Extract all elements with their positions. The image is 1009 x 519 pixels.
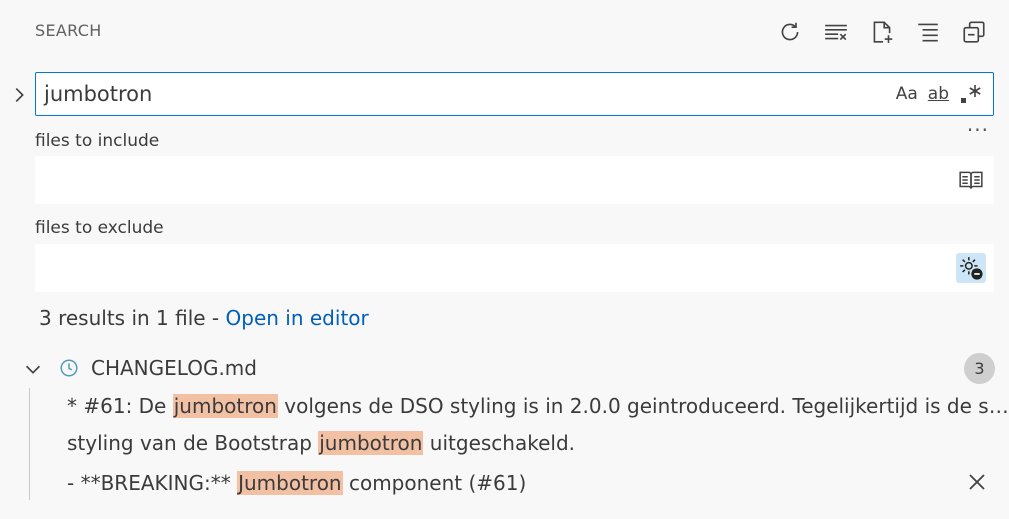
match-before: * #61: De xyxy=(67,394,173,418)
match-case-toggle[interactable]: Aa xyxy=(896,81,918,107)
match-highlight: Jumbotron xyxy=(237,471,343,495)
match-whole-word-toggle[interactable]: ab xyxy=(928,81,949,107)
use-exclude-settings-button[interactable] xyxy=(956,253,986,283)
refresh-icon xyxy=(781,22,799,41)
new-file-icon xyxy=(873,21,893,43)
new-search-editor-button[interactable] xyxy=(865,16,899,48)
match-highlight: jumbotron xyxy=(172,394,278,418)
files-to-exclude-label: files to exclude xyxy=(35,218,164,238)
results-summary: 3 results in 1 file - Open in editor xyxy=(39,306,369,330)
match-before: - **BREAKING:** xyxy=(67,471,238,495)
tree-indent-guide xyxy=(29,388,30,500)
match-line[interactable]: - **BREAKING:** Jumbotron component (#61… xyxy=(67,465,1009,501)
panel-title: SEARCH xyxy=(35,21,102,40)
search-input-value[interactable]: jumbotron xyxy=(44,82,152,106)
book-icon xyxy=(959,171,983,189)
toggle-replace-chevron-icon[interactable] xyxy=(8,84,30,106)
files-to-exclude-input[interactable] xyxy=(35,244,994,292)
chevron-down-icon[interactable] xyxy=(22,358,44,380)
search-toolbar xyxy=(773,16,991,48)
match-after: component (#61) xyxy=(342,471,527,495)
changelog-file-icon xyxy=(60,359,78,377)
clear-all-icon xyxy=(825,24,847,41)
exclude-settings-icon xyxy=(960,257,983,280)
result-file-name: CHANGELOG.md xyxy=(91,356,257,380)
refresh-button[interactable] xyxy=(773,16,807,48)
collapse-all-icon xyxy=(963,21,985,43)
match-before: styling van de Bootstrap xyxy=(67,431,319,455)
results-summary-text: 3 results in 1 file - xyxy=(39,306,226,330)
view-as-tree-button[interactable] xyxy=(911,16,945,48)
regex-toggle[interactable] xyxy=(959,81,983,107)
open-in-editor-link[interactable]: Open in editor xyxy=(226,306,369,330)
search-only-open-editors-button[interactable] xyxy=(956,165,986,195)
toggle-search-details-button[interactable]: ··· xyxy=(967,118,989,142)
match-after: uitgeschakeld. xyxy=(423,431,575,455)
match-line[interactable]: * #61: De jumbotron volgens de DSO styli… xyxy=(67,388,1009,424)
match-line[interactable]: styling van de Bootstrap jumbotron uitge… xyxy=(67,425,1009,461)
files-to-include-input[interactable] xyxy=(35,156,994,204)
files-to-include-label: files to include xyxy=(35,131,160,151)
match-highlight: jumbotron xyxy=(318,431,424,455)
list-tree-icon xyxy=(918,23,938,42)
search-input[interactable]: jumbotron Aa ab xyxy=(35,72,994,116)
collapse-all-button[interactable] xyxy=(957,16,991,48)
match-count-badge: 3 xyxy=(964,353,995,384)
search-options: Aa ab xyxy=(896,81,983,107)
result-file-row[interactable]: CHANGELOG.md 3 xyxy=(0,352,1009,386)
clear-results-button[interactable] xyxy=(819,16,853,48)
match-after: volgens de DSO styling is in 2.0.0 geint… xyxy=(284,394,1009,418)
regex-icon xyxy=(961,85,981,103)
dismiss-result-close-icon[interactable] xyxy=(965,470,989,494)
